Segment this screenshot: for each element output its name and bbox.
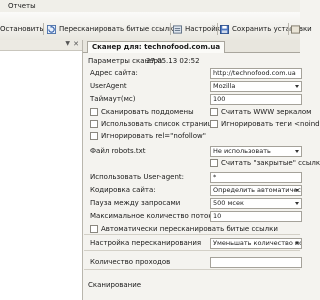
settings-label: Настройки bbox=[185, 25, 225, 33]
use-ua-field[interactable]: * bbox=[210, 172, 302, 183]
ignore-nofollow-checkbox[interactable]: Игнорировать rel="nofollow" bbox=[90, 132, 206, 140]
left-panel: ▼ ✕ bbox=[0, 40, 83, 300]
ignore-noindex-label: Игнорировать теги <noindex> bbox=[221, 120, 320, 128]
rescan-icon bbox=[47, 24, 56, 34]
scan-subdomains-checkbox[interactable]: Сканировать поддомены bbox=[90, 108, 194, 116]
divider bbox=[84, 234, 300, 235]
divider bbox=[84, 269, 300, 270]
checkbox-box bbox=[210, 159, 218, 167]
threads-label: Максимальное количество потоков bbox=[90, 212, 221, 220]
overflow-icon bbox=[291, 24, 300, 34]
divider bbox=[84, 250, 300, 251]
toolbar-separator bbox=[43, 23, 44, 35]
toolbar-separator bbox=[170, 23, 171, 35]
passes-label: Количество проходов bbox=[90, 258, 171, 266]
left-panel-header: ▼ ✕ bbox=[0, 40, 82, 51]
encoding-label: Кодировка сайта: bbox=[90, 186, 156, 194]
menu-reports[interactable]: Отчеты bbox=[8, 2, 36, 10]
rescan-setting-select[interactable]: Уменьшать количество потоков bbox=[210, 238, 302, 249]
auto-rescan-checkbox[interactable]: Автоматически пересканировать битые ссыл… bbox=[90, 225, 278, 233]
pin-icon[interactable]: ▼ bbox=[65, 40, 70, 47]
useragent-select[interactable]: Mozilla bbox=[210, 81, 302, 92]
tab-strip: Сканер для: technofood.com.ua bbox=[83, 40, 300, 53]
timeout-label: Таймаут(мс) bbox=[90, 95, 136, 103]
save-icon bbox=[220, 24, 229, 34]
ignore-nofollow-label: Игнорировать rel="nofollow" bbox=[101, 132, 206, 140]
settings-icon bbox=[173, 24, 182, 34]
scan-subdomains-label: Сканировать поддомены bbox=[101, 108, 194, 116]
checkbox-box bbox=[90, 120, 98, 128]
stop-button[interactable]: Остановить bbox=[0, 23, 43, 35]
encoding-select[interactable]: Определить автоматически bbox=[210, 185, 302, 196]
www-mirror-label: Считать WWW зеркалом bbox=[221, 108, 312, 116]
closed-links-label: Считать "закрытые" ссылки bbox=[221, 159, 320, 167]
rescan-broken-links-button[interactable]: Пересканировать битые ссылки bbox=[47, 23, 178, 35]
use-page-list-label: Использовать список страниц bbox=[101, 120, 213, 128]
auto-rescan-label: Автоматически пересканировать битые ссыл… bbox=[101, 225, 278, 233]
tab-scanner[interactable]: Сканер для: technofood.com.ua bbox=[87, 41, 226, 53]
checkbox-box bbox=[90, 225, 98, 233]
scanning-label: Сканирование bbox=[88, 281, 142, 289]
toolbar-separator bbox=[217, 23, 218, 35]
rescan-label: Пересканировать битые ссылки bbox=[59, 25, 178, 33]
use-page-list-checkbox[interactable]: Использовать список страниц bbox=[90, 120, 213, 128]
pause-label: Пауза между запросами bbox=[90, 199, 181, 207]
useragent-label: UserAgent bbox=[90, 82, 127, 90]
ignore-noindex-checkbox[interactable]: Игнорировать теги <noindex> bbox=[210, 120, 320, 128]
toolbar-separator bbox=[288, 23, 289, 35]
closed-links-checkbox[interactable]: Считать "закрытые" ссылки bbox=[210, 159, 320, 167]
robots-label: Файл robots.txt bbox=[90, 147, 146, 155]
params-header: Параметры сканера 27.05.13 02:52 bbox=[84, 56, 300, 67]
www-mirror-checkbox[interactable]: Считать WWW зеркалом bbox=[210, 108, 311, 116]
rescan-setting-label: Настройка пересканирования bbox=[90, 239, 202, 247]
checkbox-box bbox=[210, 120, 218, 128]
threads-field[interactable]: 10 bbox=[210, 211, 302, 222]
toolbar: Остановить Пересканировать битые ссылки … bbox=[0, 12, 312, 41]
timeout-field[interactable]: 100 bbox=[210, 94, 302, 105]
menu-bar: Отчеты bbox=[0, 0, 300, 12]
site-label: Адрес сайта: bbox=[90, 69, 138, 77]
passes-field[interactable] bbox=[210, 257, 302, 268]
use-ua-label: Использовать User-agent: bbox=[90, 173, 185, 181]
checkbox-box bbox=[90, 108, 98, 116]
scanner-settings-pane: Параметры сканера 27.05.13 02:52 Адрес с… bbox=[84, 53, 320, 300]
site-field[interactable]: http://technofood.com.ua bbox=[210, 68, 302, 79]
close-icon[interactable]: ✕ bbox=[73, 40, 79, 48]
stop-label: Остановить bbox=[0, 25, 44, 33]
pause-select[interactable]: 500 мсек bbox=[210, 198, 302, 209]
robots-select[interactable]: Не использовать bbox=[210, 146, 302, 157]
checkbox-box bbox=[90, 132, 98, 140]
params-date: 27.05.13 02:52 bbox=[146, 57, 200, 65]
overflow-button[interactable] bbox=[291, 23, 300, 35]
checkbox-box bbox=[210, 108, 218, 116]
